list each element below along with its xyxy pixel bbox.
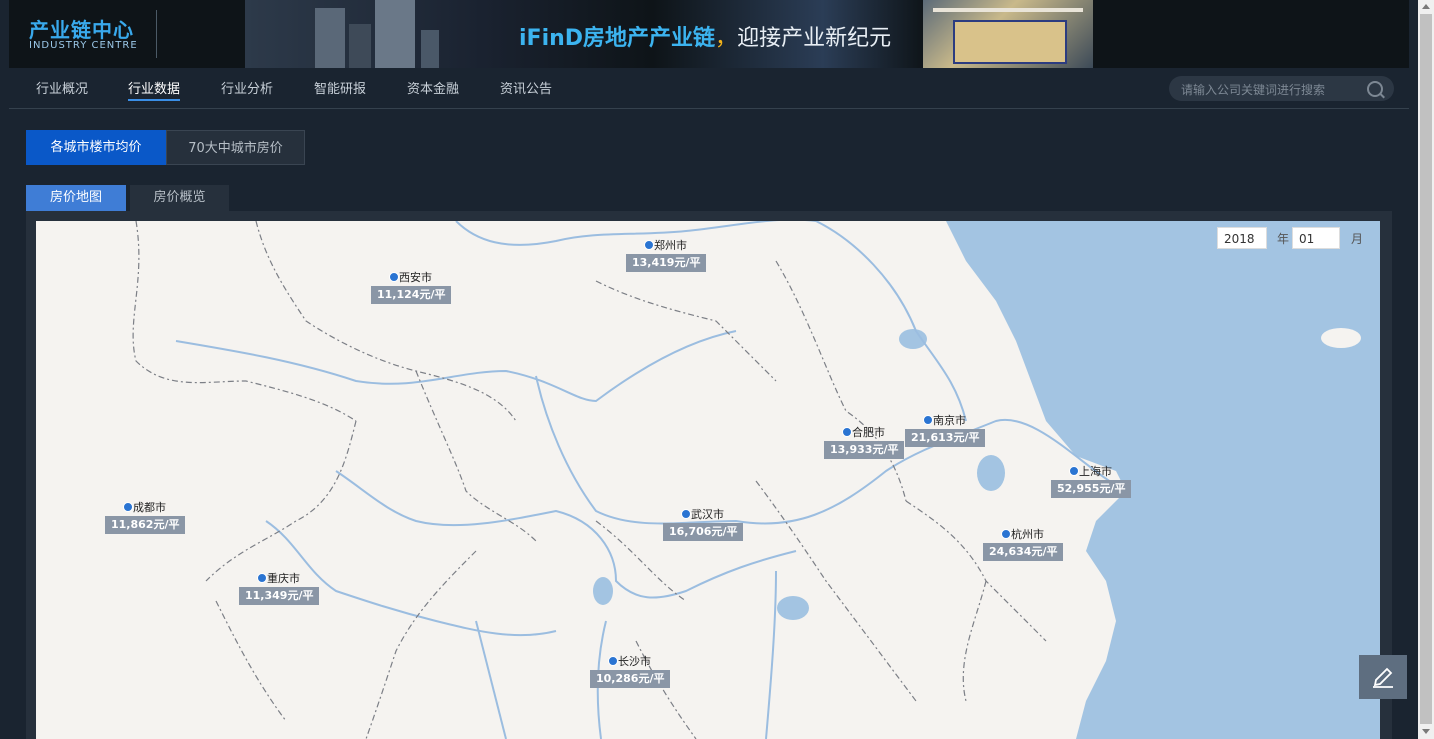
nav-item-data[interactable]: 行业数据 (128, 78, 181, 101)
marker-dot-icon (608, 656, 618, 666)
edit-button[interactable] (1359, 655, 1407, 699)
logo-divider (156, 10, 157, 58)
slogan-comma: ， (715, 26, 738, 51)
banner-slogan: iFinD房地产产业链，迎接产业新纪元 (519, 20, 891, 52)
logo-subtitle: INDUSTRY CENTRE (29, 40, 138, 51)
main-nav: 行业概况 行业数据 行业分析 智能研报 资本金融 资讯公告 (9, 68, 1409, 109)
year-select[interactable]: 2018 (1217, 227, 1267, 249)
nav-item-overview[interactable]: 行业概况 (36, 78, 88, 97)
logo-title[interactable]: 产业链中心 (29, 14, 134, 43)
city-price: 21,613元/平 (905, 429, 986, 447)
map-background (132, 221, 1380, 739)
year-label: 年 (1277, 232, 1290, 246)
city-price: 52,955元/平 (1051, 480, 1132, 498)
city-price: 16,706元/平 (663, 523, 744, 541)
page-frame: 产业链中心 INDUSTRY CENTRE iFinD房地产产业链，迎接产业新纪… (0, 0, 1418, 739)
city-price: 11,124元/平 (371, 286, 452, 304)
scroll-up-arrow-icon[interactable] (1422, 4, 1430, 9)
marker-dot-icon (842, 427, 852, 437)
tab-city-avg-price[interactable]: 各城市楼市均价 (26, 130, 166, 165)
marker-dot-icon (923, 415, 933, 425)
city-name: 武汉市 (691, 508, 724, 521)
scroll-thumb[interactable] (1420, 14, 1432, 724)
nav-item-reports[interactable]: 智能研报 (314, 78, 366, 97)
tab-70-cities-price[interactable]: 70大中城市房价 (166, 130, 305, 165)
banner-house-image (923, 0, 1093, 68)
city-name: 郑州市 (654, 239, 687, 252)
city-name: 南京市 (933, 414, 966, 427)
city-name: 杭州市 (1011, 528, 1044, 541)
nav-item-news[interactable]: 资讯公告 (500, 78, 552, 97)
nav-item-analysis[interactable]: 行业分析 (221, 78, 273, 97)
tab-price-overview[interactable]: 房价概览 (130, 185, 229, 211)
page-scrollbar[interactable] (1418, 0, 1434, 739)
city-price: 24,634元/平 (983, 543, 1064, 561)
city-price: 11,862元/平 (105, 516, 186, 534)
city-price: 13,419元/平 (626, 254, 707, 272)
tab-price-map[interactable]: 房价地图 (26, 185, 126, 211)
marker-dot-icon (1069, 466, 1079, 476)
city-name: 上海市 (1079, 465, 1112, 478)
price-map[interactable]: 2018 年 01 月 郑州市 13,419元/平 西安市 11,124元/平 … (36, 221, 1380, 739)
marker-dot-icon (644, 240, 654, 250)
city-name: 成都市 (133, 501, 166, 514)
city-name: 合肥市 (852, 426, 885, 439)
city-price: 11,349元/平 (239, 587, 320, 605)
marker-dot-icon (389, 272, 399, 282)
search-box (1169, 76, 1394, 101)
marker-dot-icon (257, 573, 267, 583)
city-name: 重庆市 (267, 572, 300, 585)
marker-dot-icon (123, 502, 133, 512)
city-name: 长沙市 (618, 655, 651, 668)
search-icon[interactable] (1367, 81, 1383, 97)
month-label: 月 (1351, 232, 1364, 246)
city-price: 10,286元/平 (590, 670, 671, 688)
marker-dot-icon (681, 509, 691, 519)
pencil-icon (1373, 667, 1393, 688)
scroll-down-arrow-icon[interactable] (1422, 729, 1430, 734)
search-input[interactable] (1179, 80, 1363, 99)
city-price: 13,933元/平 (824, 441, 905, 459)
month-select[interactable]: 01 (1292, 227, 1340, 249)
nav-item-finance[interactable]: 资本金融 (407, 78, 459, 97)
marker-dot-icon (1001, 529, 1011, 539)
slogan-highlight: iFinD房地产产业链 (519, 26, 716, 51)
city-name: 西安市 (399, 271, 432, 284)
top-banner: 产业链中心 INDUSTRY CENTRE iFinD房地产产业链，迎接产业新纪… (9, 0, 1409, 68)
slogan-text: 迎接产业新纪元 (737, 26, 892, 51)
